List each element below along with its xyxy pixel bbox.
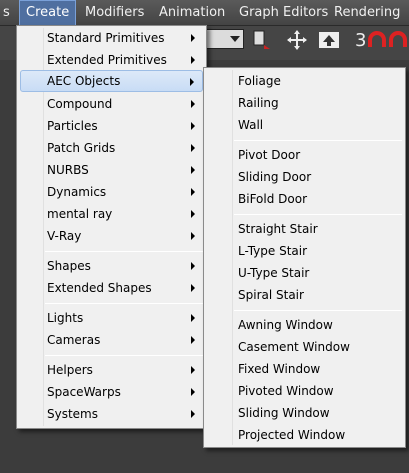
menu-item-label: Compound — [47, 97, 113, 111]
submenu-arrow-icon — [191, 336, 195, 344]
create-menu: Standard Primitives Extended Primitives … — [16, 25, 207, 429]
menu-item-vray[interactable]: V-Ray — [20, 225, 203, 247]
menu-item-aec-objects[interactable]: AEC Objects — [20, 70, 203, 92]
menu-item-extended-shapes[interactable]: Extended Shapes — [20, 277, 203, 299]
menu-rendering[interactable]: Rendering — [334, 0, 400, 26]
menu-item-railing[interactable]: Railing — [207, 92, 402, 114]
menu-item-shapes[interactable]: Shapes — [20, 255, 203, 277]
menu-item-label: Extended Shapes — [47, 281, 152, 295]
submenu-arrow-icon — [191, 388, 195, 396]
menu-item-projected-window[interactable]: Projected Window — [207, 424, 402, 446]
menu-item-label: Helpers — [47, 363, 93, 377]
menu-item-pivoted-window[interactable]: Pivoted Window — [207, 380, 402, 402]
menu-graph-editors[interactable]: Graph Editors — [239, 0, 328, 26]
menu-item-patch-grids[interactable]: Patch Grids — [20, 137, 203, 159]
menu-item-awning-window[interactable]: Awning Window — [207, 314, 402, 336]
submenu-arrow-icon — [191, 232, 195, 240]
submenu-arrow-icon — [191, 56, 195, 64]
menu-item-casement-window[interactable]: Casement Window — [207, 336, 402, 358]
menu-item-compound[interactable]: Compound — [20, 93, 203, 115]
snap-toggle-label[interactable]: 3 — [355, 30, 366, 51]
menu-item-l-type-stair[interactable]: L-Type Stair — [207, 240, 402, 262]
menu-item-label: Standard Primitives — [47, 31, 165, 45]
menu-item-lights[interactable]: Lights — [20, 307, 203, 329]
menu-item-straight-stair[interactable]: Straight Stair — [207, 218, 402, 240]
menu-separator — [234, 140, 402, 141]
menu-edit-partial[interactable]: s — [3, 0, 10, 26]
menu-separator — [45, 355, 203, 356]
menu-item-label: Systems — [47, 407, 98, 421]
menu-separator — [234, 310, 402, 311]
menu-separator — [45, 251, 203, 252]
submenu-arrow-icon — [191, 166, 195, 174]
submenu-arrow-icon — [191, 366, 195, 374]
submenu-arrow-icon — [191, 100, 195, 108]
menu-bar: s Create Modifiers Animation Graph Edito… — [0, 0, 409, 26]
menu-item-dynamics[interactable]: Dynamics — [20, 181, 203, 203]
submenu-arrow-icon — [191, 122, 195, 130]
move-icon[interactable] — [286, 29, 308, 51]
submenu-arrow-icon — [191, 188, 195, 196]
menu-item-pivot-door[interactable]: Pivot Door — [207, 144, 402, 166]
menu-item-label: Shapes — [47, 259, 91, 273]
menu-separator — [234, 214, 402, 215]
menu-item-fixed-window[interactable]: Fixed Window — [207, 358, 402, 380]
menu-item-u-type-stair[interactable]: U-Type Stair — [207, 262, 402, 284]
submenu-arrow-icon — [191, 284, 195, 292]
menu-item-label: V-Ray — [47, 229, 82, 243]
aec-objects-submenu: Foliage Railing Wall Pivot Door Sliding … — [203, 67, 406, 448]
submenu-arrow-icon — [191, 210, 195, 218]
submenu-arrow-icon — [191, 262, 195, 270]
menu-item-bifold-door[interactable]: BiFold Door — [207, 188, 402, 210]
menu-item-particles[interactable]: Particles — [20, 115, 203, 137]
menu-item-mental-ray[interactable]: mental ray — [20, 203, 203, 225]
menu-item-spiral-stair[interactable]: Spiral Stair — [207, 284, 402, 306]
menu-item-foliage[interactable]: Foliage — [207, 70, 402, 92]
menu-item-label: SpaceWarps — [47, 385, 121, 399]
select-link-icon[interactable] — [250, 29, 272, 51]
menu-modifiers[interactable]: Modifiers — [85, 0, 144, 26]
menu-item-label: Cameras — [47, 333, 101, 347]
menu-item-nurbs[interactable]: NURBS — [20, 159, 203, 181]
menu-animation[interactable]: Animation — [159, 0, 225, 26]
submenu-arrow-icon — [191, 314, 195, 322]
snap-magnet-icon[interactable] — [366, 29, 388, 51]
menu-item-systems[interactable]: Systems — [20, 403, 203, 425]
angle-snap-icon[interactable] — [387, 29, 409, 51]
menu-item-sliding-door[interactable]: Sliding Door — [207, 166, 402, 188]
submenu-arrow-icon — [190, 78, 194, 86]
menu-item-standard-primitives[interactable]: Standard Primitives — [20, 27, 203, 49]
menu-item-extended-primitives[interactable]: Extended Primitives — [20, 49, 203, 71]
menu-create[interactable]: Create — [19, 0, 77, 26]
menu-item-spacewarps[interactable]: SpaceWarps — [20, 381, 203, 403]
menu-item-label: Extended Primitives — [47, 53, 167, 67]
menu-separator — [45, 303, 203, 304]
submenu-arrow-icon — [191, 144, 195, 152]
menu-item-cameras[interactable]: Cameras — [20, 329, 203, 351]
submenu-arrow-icon — [191, 410, 195, 418]
menu-item-helpers[interactable]: Helpers — [20, 359, 203, 381]
menu-item-label: mental ray — [47, 207, 113, 221]
menu-item-label: Particles — [47, 119, 98, 133]
submenu-arrow-icon — [191, 34, 195, 42]
menu-item-wall[interactable]: Wall — [207, 114, 402, 136]
menu-item-label: Patch Grids — [47, 141, 116, 155]
menu-item-label: NURBS — [47, 163, 89, 177]
chevron-down-icon — [230, 36, 240, 42]
menu-item-label: AEC Objects — [47, 74, 121, 88]
menu-item-label: Lights — [47, 311, 84, 325]
menu-item-sliding-window[interactable]: Sliding Window — [207, 402, 402, 424]
selection-filter-dropdown[interactable] — [206, 29, 244, 49]
place-icon[interactable] — [318, 29, 340, 51]
menu-item-label: Dynamics — [47, 185, 107, 199]
